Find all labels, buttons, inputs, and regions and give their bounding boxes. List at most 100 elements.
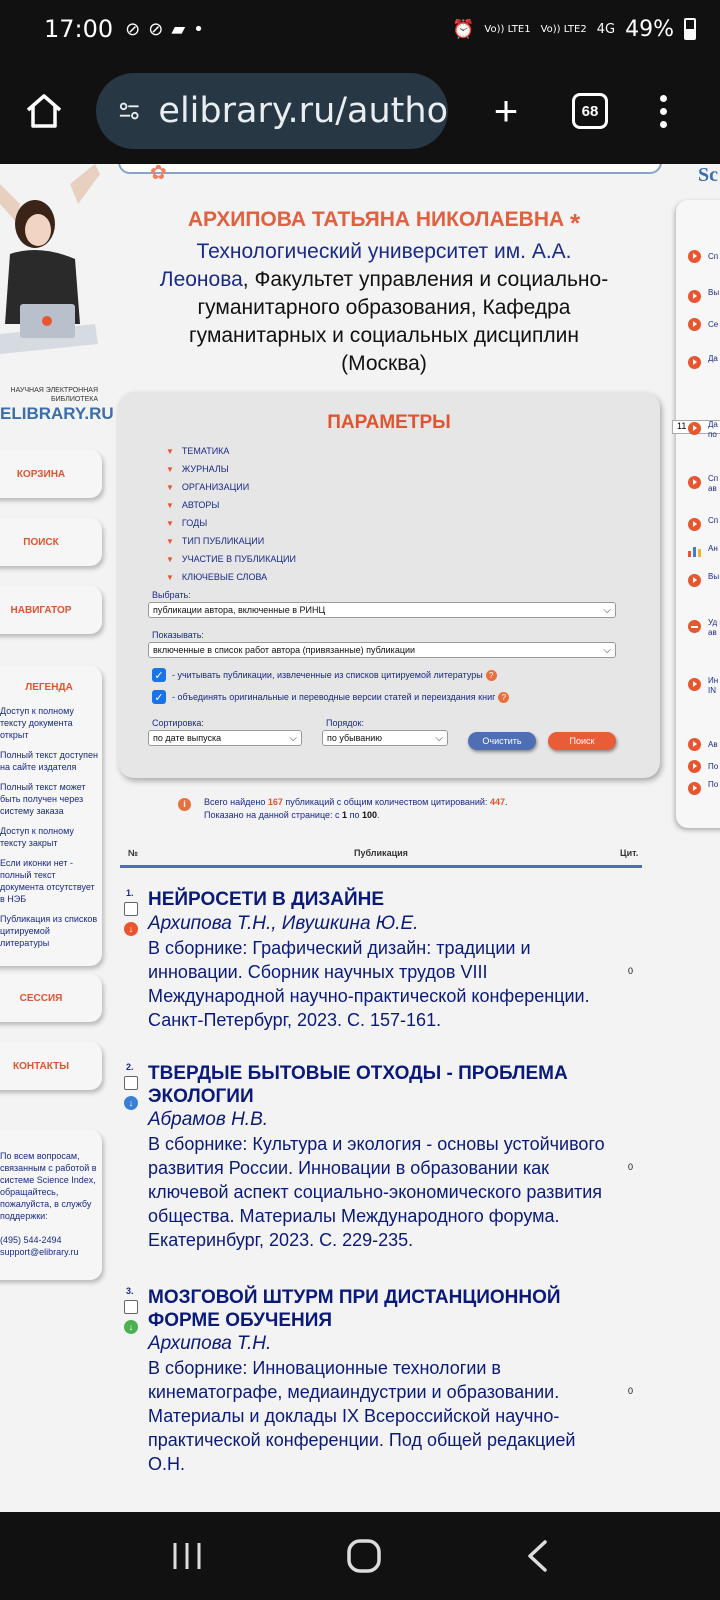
params-title: ПАРАМЕТРЫ [327,412,451,433]
right-item[interactable]: Сп ав [708,516,720,526]
support-text: По всем вопросам, связанным с работой в … [0,1151,97,1221]
order-select[interactable]: по убыванию ⌵ [322,730,448,746]
right-item[interactable]: По ли [708,780,720,790]
help-icon[interactable]: ? [498,692,510,703]
right-item[interactable]: Се [708,320,718,330]
right-item[interactable]: Ан ак [708,544,720,554]
right-item[interactable]: Сп со ав [708,474,720,494]
sort-select[interactable]: по дате выпуска ⌵ [148,730,302,746]
show-select-value: включенные в список работ автора (привяз… [153,645,416,655]
author-affiliation: Технологический университет им. А.А. Лео… [150,238,618,378]
arrow-right-icon[interactable] [688,518,701,531]
legend-panel: ЛЕГЕНДА Доступ к полному тексту документ… [0,666,102,966]
right-item[interactable]: Вы пу [708,572,720,582]
summary-shown-from: 1 [342,810,348,820]
filter-topics[interactable]: ▼ ТЕМАТИКА [166,442,296,460]
pub-select-checkbox[interactable] [124,1076,138,1090]
new-tab-button[interactable]: + [484,87,528,135]
support-email[interactable]: support@elibrary.ru [0,1246,98,1258]
browser-menu-button[interactable] [660,94,667,128]
right-item[interactable]: По [708,762,718,772]
arrow-right-icon[interactable] [688,356,701,369]
dot-icon: • [193,18,204,40]
arrow-right-icon[interactable] [688,250,701,263]
pub-title[interactable]: МОЗГОВОЙ ШТУРМ ПРИ ДИСТАНЦИОННОЙ ФОРМЕ О… [148,1286,608,1332]
support-phone: (495) 544-2494 [0,1235,62,1245]
filter-journals[interactable]: ▼ ЖУРНАЛЫ [166,460,296,478]
filter-authors[interactable]: ▼ АВТОРЫ [166,496,296,514]
download-publisher-icon[interactable]: ↓ [124,1096,138,1110]
nav-cart[interactable]: КОРЗИНА [0,450,102,498]
nav-navigator[interactable]: НАВИГАТОР [0,586,102,634]
right-item[interactable]: Ав [708,740,718,750]
check-circle-icon: ⊘ [148,18,164,40]
arrow-right-icon[interactable] [688,678,701,691]
triangle-down-icon: ▼ [166,554,174,564]
elibrary-logo[interactable]: ELIBRARY.RU [0,404,114,424]
download-closed-icon[interactable]: ↓ [124,922,138,936]
pub-select-checkbox[interactable] [124,1300,138,1314]
triangle-down-icon: ▼ [166,464,174,474]
nav-contacts[interactable]: КОНТАКТЫ [0,1042,102,1090]
pub-authors[interactable]: Абрамов Н.В. [148,1108,268,1131]
download-open-icon[interactable]: ↓ [124,1320,138,1334]
check1-text: - учитывать публикации, извлеченные из с… [172,670,483,680]
choose-select[interactable]: публикации автора, включенные в РИНЦ ⌵ [148,602,616,618]
home-button[interactable] [22,89,66,133]
right-item[interactable]: Уд пу ав [708,618,720,638]
pub-authors[interactable]: Архипова Т.Н. [148,1332,271,1355]
tab-switcher-button[interactable]: 68 [572,93,608,129]
battery-icon [684,18,696,40]
arrow-right-icon[interactable] [688,290,701,303]
arrow-right-icon[interactable] [688,782,701,795]
legend-item: Доступ к полному тексту закрыт [0,826,74,848]
arrow-right-icon[interactable] [688,318,701,331]
back-icon[interactable] [525,1539,549,1573]
check2-text: - объединять оригинальные и переводные в… [172,692,496,702]
minus-circle-icon[interactable] [688,620,701,633]
nav-session[interactable]: СЕССИЯ [0,974,102,1022]
bar-chart-icon[interactable] [688,544,701,557]
site-settings-icon[interactable] [118,99,140,123]
help-icon[interactable]: ? [485,670,497,681]
legend-title: ЛЕГЕНДА [25,682,73,693]
filter-years[interactable]: ▼ ГОДЫ [166,514,296,532]
right-item[interactable]: Сп [708,252,718,262]
flower-decor-icon: ✿ [150,164,167,184]
col-num: № [128,848,139,858]
filter-participation[interactable]: ▼ УЧАСТИЕ В ПУБЛИКАЦИИ [166,550,296,568]
pub-select-checkbox[interactable] [124,902,138,916]
right-item[interactable]: Ин ав IN [708,676,720,696]
pub-source[interactable]: В сборнике: Культура и экология - основы… [148,1132,608,1252]
filter-pub-type[interactable]: ▼ ТИП ПУБЛИКАЦИИ [166,532,296,550]
arrow-right-icon[interactable] [688,476,701,489]
girl-with-laptop-illustration [0,164,100,354]
filter-label: УЧАСТИЕ В ПУБЛИКАЦИИ [181,554,296,564]
right-item[interactable]: Да пу [708,354,720,364]
pub-source[interactable]: В сборнике: Инновационные технологии в к… [148,1356,608,1476]
address-bar[interactable]: elibrary.ru/autho [96,73,448,149]
nav-search[interactable]: ПОИСК [0,518,102,566]
author-name: АРХИПОВА ТАТЬЯНА НИКОЛАЕВНА * [110,208,658,239]
search-button[interactable]: Поиск [548,732,616,750]
summary-shown-mid: по [349,810,360,820]
pub-title[interactable]: ТВЕРДЫЕ БЫТОВЫЕ ОТХОДЫ - ПРОБЛЕМА ЭКОЛОГ… [148,1062,608,1108]
recent-apps-icon[interactable] [171,1541,203,1571]
pub-authors[interactable]: Архипова Т.Н., Ивушкина Ю.Е. [148,912,418,935]
checkbox-cited-refs[interactable]: ✓ [152,668,166,682]
arrow-right-icon[interactable] [688,760,701,773]
clear-button[interactable]: Очистить [468,732,536,750]
pub-title[interactable]: НЕЙРОСЕТИ В ДИЗАЙНЕ [148,888,608,911]
arrow-right-icon[interactable] [688,422,701,435]
choose-label: Выбрать: [152,590,191,600]
arrow-right-icon[interactable] [688,738,701,751]
checkbox-merge-versions[interactable]: ✓ [152,690,166,704]
pub-source[interactable]: В сборнике: Графический дизайн: традиции… [148,936,608,1032]
show-select[interactable]: включенные в список работ автора (привяз… [148,642,616,658]
filter-organizations[interactable]: ▼ ОРГАНИЗАЦИИ [166,478,296,496]
right-item[interactable]: Да ав по [708,420,720,440]
home-nav-icon[interactable] [346,1538,382,1574]
filter-keywords[interactable]: ▼ КЛЮЧЕВЫЕ СЛОВА [166,568,296,586]
arrow-right-icon[interactable] [688,574,701,587]
right-item[interactable]: Вы эт [708,288,720,298]
